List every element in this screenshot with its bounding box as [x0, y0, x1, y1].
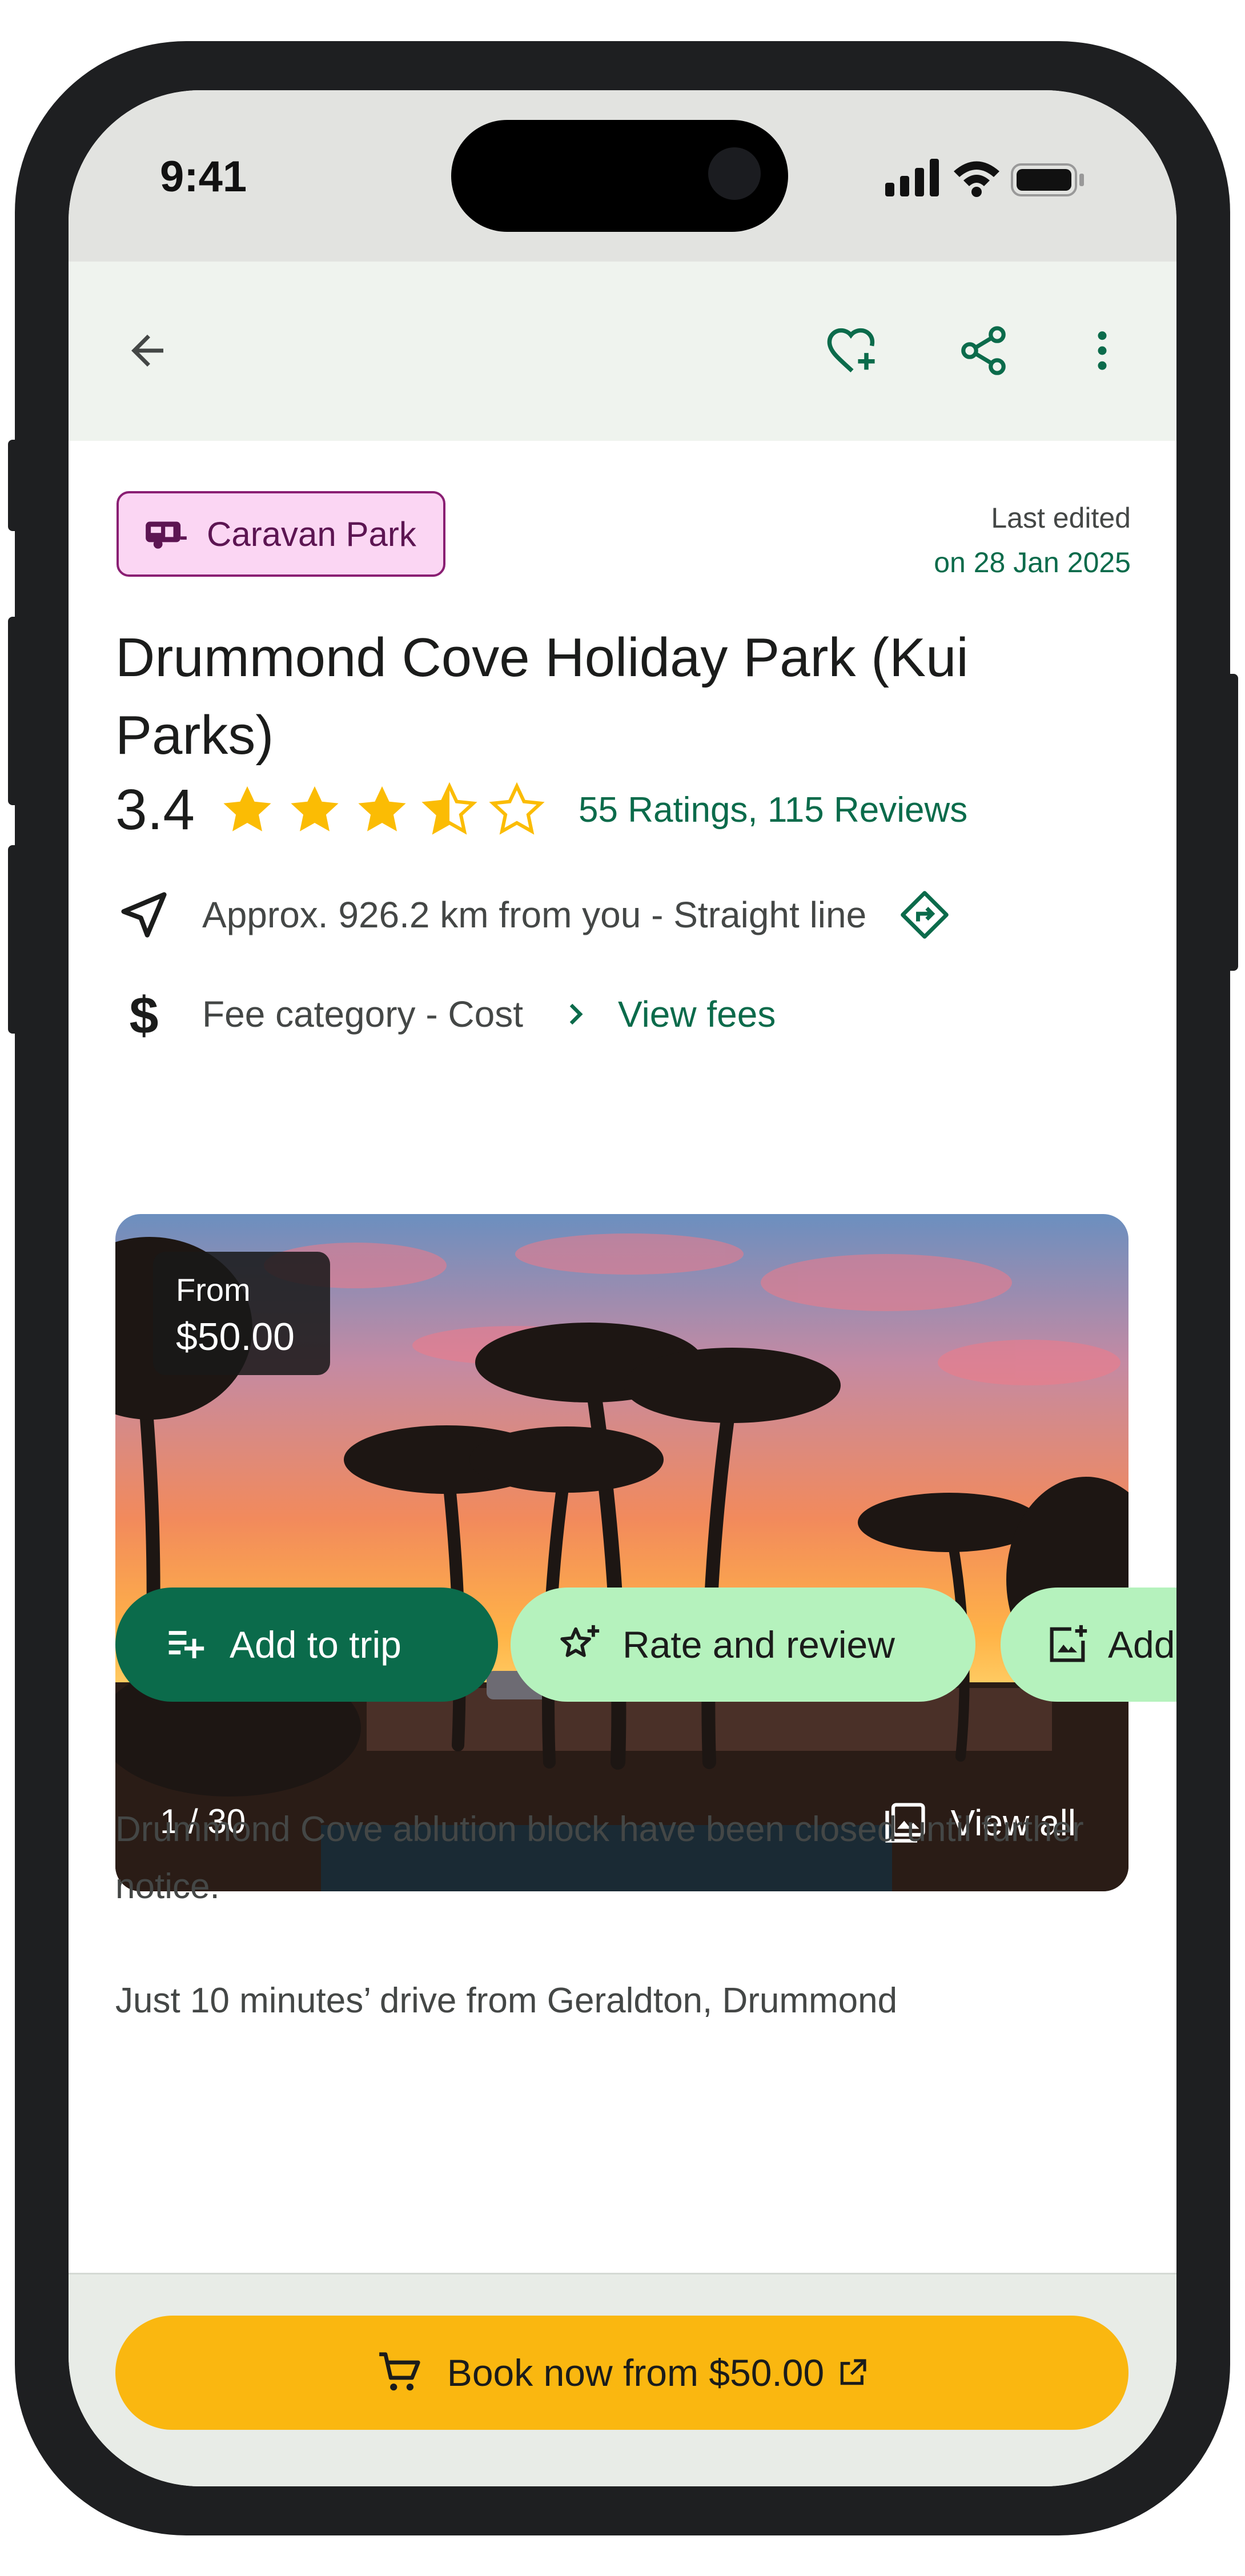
- chevron-right-icon: [569, 1003, 583, 1025]
- cart-icon: [379, 2352, 420, 2391]
- book-now-label: Book now from $50.00: [447, 2352, 825, 2394]
- battery-icon: [1011, 163, 1084, 196]
- favorite-button[interactable]: [812, 311, 892, 391]
- share-icon: [961, 326, 1006, 375]
- photo-gallery[interactable]: From $50.00 1 / 30 View all: [115, 1214, 1128, 1891]
- description-paragraph: Drummond Cove ablution block have been c…: [115, 1810, 1084, 1906]
- rating-row: 3.4 55 Ratings, 115 Reviews: [115, 775, 1132, 844]
- trip-add-icon: [168, 1631, 204, 1658]
- ratings-reviews-link[interactable]: 55 Ratings, 115 Reviews: [579, 790, 967, 830]
- distance-text: Approx. 926.2 km from you - Straight lin…: [202, 894, 867, 935]
- more-button[interactable]: [1062, 311, 1142, 391]
- view-fees-link[interactable]: View fees: [618, 993, 776, 1035]
- add-to-trip-label: Add to trip: [230, 1623, 401, 1666]
- category-label: Caravan Park: [207, 515, 416, 553]
- fee-category-text: Fee category - Cost: [202, 994, 523, 1035]
- star-full-icon: [358, 786, 406, 831]
- front-camera: [708, 147, 761, 200]
- status-bar: 9:41: [69, 90, 1176, 262]
- star-half-icon: [421, 782, 477, 835]
- status-time: 9:41: [160, 152, 247, 201]
- last-edited: Last edited on 28 Jan 2025: [934, 496, 1131, 585]
- star-full-icon: [291, 786, 339, 831]
- fees-row: $ Fee category - Cost View fees: [115, 986, 776, 1043]
- star-full-icon: [223, 786, 271, 831]
- directions-icon[interactable]: [898, 889, 951, 941]
- add-to-trip-button[interactable]: Add to trip: [115, 1588, 498, 1702]
- price-amount: $50.00: [176, 1315, 295, 1359]
- description-paragraph: Just 10 minutes’ drive from Geraldton, D…: [115, 1981, 898, 2020]
- top-app-bar: [69, 262, 1176, 441]
- rate-and-review-label: Rate and review: [622, 1623, 895, 1666]
- star-empty-icon: [489, 782, 545, 835]
- category-chip[interactable]: Caravan Park: [117, 491, 445, 577]
- price-from-label: From: [176, 1272, 251, 1308]
- back-button[interactable]: [107, 311, 187, 391]
- signal-icon: [885, 159, 939, 196]
- last-edited-label: Last edited: [991, 502, 1131, 534]
- external-link-icon: [840, 2359, 866, 2385]
- caravan-icon: [146, 521, 187, 549]
- star-plus-icon: [560, 1625, 600, 1657]
- add-photo-label: Add photo: [1108, 1623, 1176, 1666]
- status-icons: [885, 159, 1084, 197]
- rate-and-review-button[interactable]: Rate and review: [511, 1588, 975, 1702]
- navigation-icon: [121, 892, 167, 938]
- distance-row: Approx. 926.2 km from you - Straight lin…: [115, 886, 951, 943]
- star-rating: [218, 780, 547, 839]
- rating-value: 3.4: [115, 777, 195, 842]
- price-badge: From $50.00: [153, 1252, 330, 1375]
- wifi-icon: [954, 161, 999, 197]
- more-vertical-icon: [1098, 331, 1107, 370]
- place-title: Drummond Cove Holiday Park (Kui Parks): [115, 627, 969, 766]
- arrow-left-icon: [131, 335, 163, 367]
- add-photo-icon: [1050, 1625, 1087, 1662]
- heart-plus-icon: [827, 328, 875, 373]
- dollar-icon: $: [130, 986, 159, 1043]
- share-button[interactable]: [943, 311, 1023, 391]
- description: Drummond Cove ablution block have been c…: [115, 1801, 1143, 2030]
- book-now-button[interactable]: Book now from $50.00: [115, 2316, 1128, 2430]
- add-photo-button[interactable]: Add photo: [1001, 1588, 1176, 1702]
- last-edited-date: on 28 Jan 2025: [934, 546, 1131, 578]
- booking-bar: Book now from $50.00: [69, 2273, 1176, 2486]
- action-buttons-row: Add to trip Rate and review Add photo: [115, 1588, 1176, 1702]
- svg-text:$: $: [130, 986, 159, 1043]
- screen: 9:41 Caravan Park Last edited on 28 Jan …: [69, 90, 1176, 2486]
